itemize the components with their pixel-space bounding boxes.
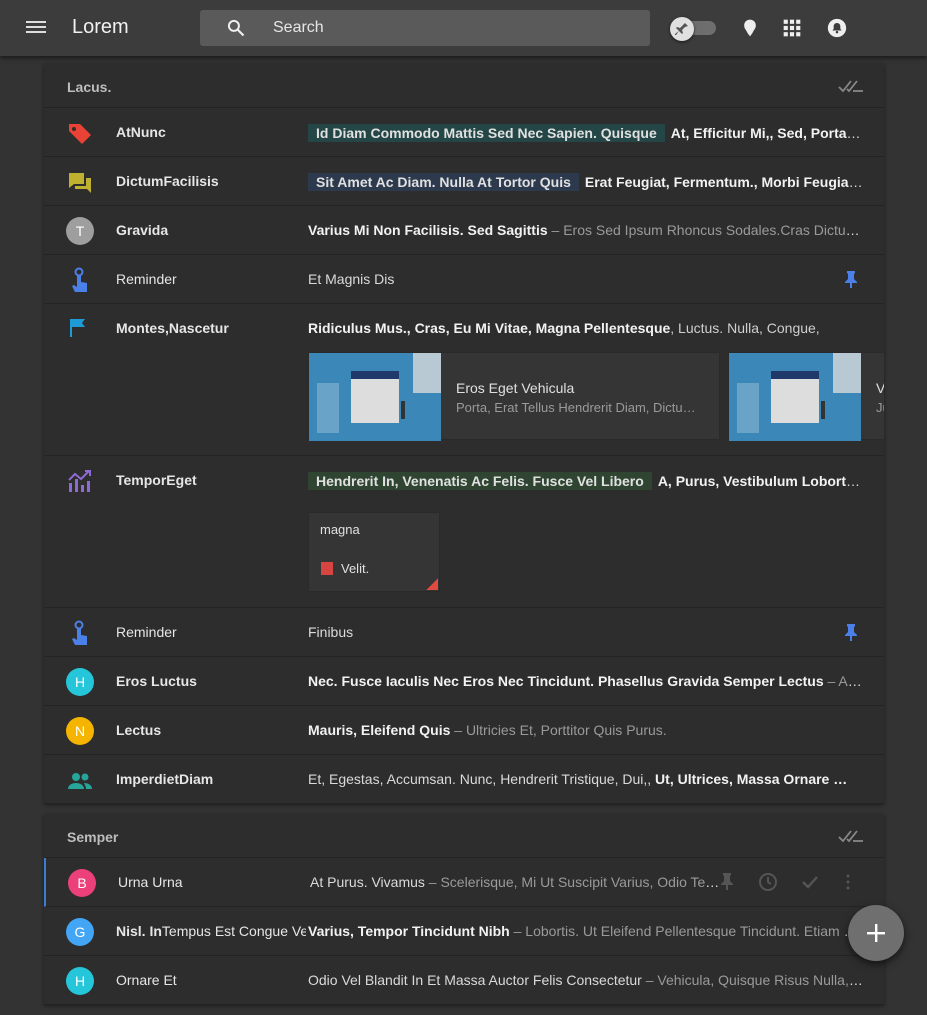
- avatar: G: [66, 918, 94, 946]
- list-item[interactable]: DictumFacilisis Sit Amet Ac Diam. Nulla …: [44, 157, 884, 206]
- mark-all-done-icon[interactable]: [838, 828, 864, 844]
- preview-title: V: [876, 380, 884, 396]
- group-icon: [68, 773, 92, 789]
- inbox-section: Semper B Urna Urna At Purus. Vivamus – S…: [44, 814, 884, 1005]
- done-check-icon[interactable]: [800, 872, 820, 892]
- section-title: Semper: [67, 829, 119, 845]
- subject-line: Mauris, Eleifend Quis – Ultricies Et, Po…: [308, 722, 667, 738]
- label-chip[interactable]: Hendrerit In, Venenatis Ac Felis. Fusce …: [308, 472, 652, 490]
- list-item[interactable]: T Gravida Varius Mi Non Facilisis. Sed S…: [44, 206, 884, 255]
- list-item[interactable]: B Urna Urna At Purus. Vivamus – Sceleris…: [44, 858, 884, 907]
- flag-icon: [70, 319, 85, 337]
- sender-name: Reminder: [116, 271, 177, 287]
- link-preview-card[interactable]: Eros Eget Vehicula Porta, Erat Tellus He…: [308, 352, 720, 441]
- label-tag-icon: [69, 124, 91, 144]
- snooze-clock-icon[interactable]: [758, 872, 778, 892]
- subject-line: Varius, Tempor Tincidunt Nibh – Lobortis…: [308, 923, 863, 939]
- avatar: T: [66, 217, 94, 245]
- inbox-list: Lacus. AtNunc Id Diam Commodo Mattis Sed…: [44, 64, 884, 1015]
- pin-icon[interactable]: [720, 872, 740, 892]
- inbox-section: Lacus. AtNunc Id Diam Commodo Mattis Sed…: [44, 64, 884, 804]
- subject-line: Varius Mi Non Facilisis. Sed Sagittis – …: [308, 222, 863, 238]
- list-item[interactable]: TemporEget Hendrerit In, Venenatis Ac Fe…: [44, 456, 884, 608]
- pin-toggle[interactable]: [670, 17, 716, 41]
- list-item[interactable]: Reminder Finibus: [44, 608, 884, 657]
- section-header: Semper: [44, 814, 884, 858]
- preview-title: Eros Eget Vehicula: [456, 380, 575, 396]
- avatar: H: [66, 967, 94, 995]
- compose-fab-button[interactable]: [848, 905, 904, 961]
- section-title: Lacus.: [67, 79, 112, 95]
- row-actions: [720, 872, 860, 892]
- pdf-corner-icon: [426, 578, 438, 590]
- menu-icon[interactable]: [24, 18, 48, 38]
- sender-name: Ornare Et: [116, 972, 177, 988]
- attachment-title: magna: [320, 522, 360, 537]
- subject-line: At Purus. Vivamus – Scelerisque, Mi Ut S…: [310, 874, 720, 890]
- section-header: Lacus.: [44, 64, 884, 108]
- pin-icon[interactable]: [844, 270, 858, 288]
- list-item[interactable]: ImperdietDiam Et, Egestas, Accumsan. Nun…: [44, 755, 884, 804]
- avatar: H: [66, 668, 94, 696]
- subject-line: Hendrerit In, Venenatis Ac Felis. Fusce …: [308, 472, 863, 490]
- link-preview-card[interactable]: V Ju: [728, 352, 884, 441]
- label-chip[interactable]: Id Diam Commodo Mattis Sed Nec Sapien. Q…: [308, 124, 665, 142]
- subject-line: Sit Amet Ac Diam. Nulla At Tortor Quis Er…: [308, 173, 863, 191]
- subject-line: Et Magnis Dis: [308, 271, 395, 287]
- preview-thumbnail: [729, 353, 861, 441]
- pdf-file-icon: [321, 562, 333, 575]
- sender-name: Nisl. InTempus Est Congue Velit: [116, 923, 306, 939]
- label-chip[interactable]: Sit Amet Ac Diam. Nulla At Tortor Quis: [308, 173, 579, 191]
- list-item[interactable]: G Nisl. InTempus Est Congue Velit Varius…: [44, 907, 884, 956]
- preview-thumbnail: [309, 353, 441, 441]
- search-bar[interactable]: [200, 10, 650, 46]
- sender-name: Gravida: [116, 222, 169, 238]
- list-item[interactable]: Montes,Nascetur Ridiculus Mus., Cras, Eu…: [44, 304, 884, 456]
- subject-line: Odio Vel Blandit In Et Massa Auctor Feli…: [308, 972, 863, 988]
- sender-name: AtNunc: [116, 124, 166, 140]
- plus-icon: [867, 924, 885, 942]
- trending-chart-icon: [68, 470, 91, 492]
- notifications-icon[interactable]: [827, 18, 847, 38]
- search-input[interactable]: Search: [273, 19, 324, 37]
- subject-line: Ridiculus Mus., Cras, Eu Mi Vitae, Magna…: [308, 320, 820, 336]
- link-preview-carousel: Eros Eget Vehicula Porta, Erat Tellus He…: [308, 352, 884, 442]
- pin-icon[interactable]: [844, 623, 858, 641]
- subject-line: Et, Egestas, Accumsan. Nunc, Hendrerit T…: [308, 771, 848, 787]
- search-icon[interactable]: [226, 18, 246, 38]
- sender-name: Urna Urna: [118, 874, 183, 890]
- avatar: B: [68, 869, 96, 897]
- sender-name: Eros Luctus: [116, 673, 197, 689]
- attachment-card[interactable]: magna Velit.: [308, 512, 440, 592]
- preview-subtitle: Ju: [876, 400, 884, 415]
- list-item[interactable]: N Lectus Mauris, Eleifend Quis – Ultrici…: [44, 706, 884, 755]
- attachment-filename: Velit.: [341, 561, 370, 576]
- lightbulb-icon[interactable]: [740, 18, 760, 38]
- sender-name: ImperdietDiam: [116, 771, 214, 787]
- avatar: N: [66, 717, 94, 745]
- sender-name: Reminder: [116, 624, 177, 640]
- preview-subtitle: Porta, Erat Tellus Hendrerit Diam, Dictu…: [456, 400, 696, 415]
- app-title: Lorem: [72, 16, 129, 38]
- pin-toggle-icon: [675, 23, 688, 35]
- sender-name: DictumFacilisis: [116, 173, 219, 189]
- sender-name: Montes,Nascetur: [116, 320, 229, 336]
- sender-name: TemporEget: [116, 472, 197, 488]
- mark-all-done-icon[interactable]: [838, 78, 864, 94]
- more-vert-icon[interactable]: [838, 872, 858, 892]
- subject-line: Finibus: [308, 624, 354, 640]
- reminder-hand-icon: [72, 267, 87, 292]
- subject-line: Nec. Fusce Iaculis Nec Eros Nec Tincidun…: [308, 673, 863, 689]
- sender-name: Lectus: [116, 722, 162, 738]
- subject-line: Id Diam Commodo Mattis Sed Nec Sapien. Q…: [308, 124, 863, 142]
- forum-icon: [69, 173, 91, 193]
- top-app-bar: Lorem Search: [0, 0, 927, 56]
- list-item[interactable]: H Ornare Et Odio Vel Blandit In Et Massa…: [44, 956, 884, 1005]
- list-item[interactable]: AtNunc Id Diam Commodo Mattis Sed Nec Sa…: [44, 108, 884, 157]
- apps-grid-icon[interactable]: [782, 18, 802, 38]
- list-item[interactable]: H Eros Luctus Nec. Fusce Iaculis Nec Ero…: [44, 657, 884, 706]
- reminder-hand-icon: [72, 620, 87, 645]
- list-item[interactable]: Reminder Et Magnis Dis: [44, 255, 884, 304]
